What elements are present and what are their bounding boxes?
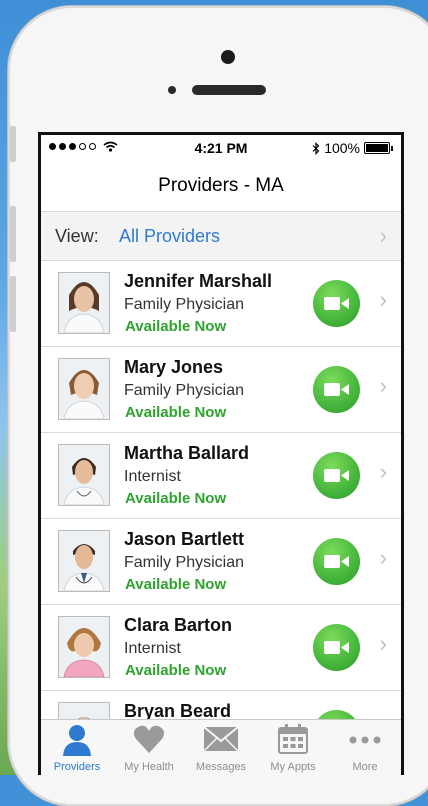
page-title: Providers - MA: [41, 161, 401, 212]
tab-label: Providers: [53, 761, 101, 773]
video-call-button[interactable]: [313, 280, 360, 327]
provider-specialty: Internist: [124, 640, 181, 657]
front-camera-icon: [221, 50, 235, 64]
video-call-button[interactable]: [313, 366, 360, 413]
heart-icon: [133, 725, 165, 753]
volume-down-button: [10, 276, 16, 332]
earpiece-speaker: [192, 85, 266, 95]
availability-status: Available Now: [125, 576, 227, 593]
provider-row[interactable]: Jennifer Marshall Family Physician Avail…: [41, 261, 401, 347]
view-value: All Providers: [119, 226, 221, 246]
battery-icon: [364, 142, 390, 154]
provider-photo: [58, 358, 110, 420]
mute-switch: [10, 126, 16, 162]
availability-status: Available Now: [125, 662, 227, 679]
battery-percent: 100%: [324, 140, 360, 156]
tab-more[interactable]: More: [329, 720, 401, 775]
chevron-right-icon: ›: [379, 223, 387, 248]
tab-label: My Appts: [270, 761, 316, 773]
provider-photo: [58, 616, 110, 678]
calendar-icon: [278, 724, 308, 754]
provider-name: Martha Ballard: [124, 443, 250, 463]
video-camera-icon: [324, 297, 349, 310]
provider-specialty: Family Physician: [124, 554, 245, 571]
video-call-button[interactable]: [313, 538, 360, 585]
person-icon: [63, 725, 91, 756]
proximity-sensor: [168, 86, 176, 94]
video-call-button[interactable]: [313, 452, 360, 499]
tab-my-health[interactable]: My Health: [113, 720, 185, 775]
provider-name: Jason Bartlett: [124, 529, 245, 549]
envelope-icon: [203, 726, 239, 752]
chevron-right-icon: ›: [379, 287, 387, 312]
provider-specialty: Family Physician: [124, 296, 245, 313]
provider-name: Clara Barton: [124, 615, 233, 635]
provider-specialty: Internist: [124, 468, 181, 485]
tab-bar: Providers My Health Messages My Appts Mo…: [41, 719, 401, 775]
video-camera-icon: [324, 641, 349, 654]
providers-list: Jennifer Marshall Family Physician Avail…: [41, 261, 401, 775]
video-camera-icon: [324, 469, 349, 482]
chevron-right-icon: ›: [379, 459, 387, 484]
tab-messages[interactable]: Messages: [185, 720, 257, 775]
tab-label: More: [352, 761, 378, 773]
more-dots-icon: [349, 736, 381, 744]
availability-status: Available Now: [125, 490, 227, 507]
provider-row[interactable]: Clara Barton Internist Available Now ›: [41, 605, 401, 691]
tab-label: My Health: [124, 761, 174, 773]
provider-photo: [58, 444, 110, 506]
provider-row[interactable]: Martha Ballard Internist Available Now ›: [41, 433, 401, 519]
availability-status: Available Now: [125, 318, 227, 335]
app-screen: 4:21 PM 100% Providers - MA View: All Pr…: [38, 132, 404, 775]
provider-name: Mary Jones: [124, 357, 224, 377]
provider-photo: [58, 272, 110, 334]
tab-label: Messages: [195, 761, 247, 773]
chevron-right-icon: ›: [379, 545, 387, 570]
chevron-right-icon: ›: [379, 631, 387, 656]
view-filter-row[interactable]: View: All Providers ›: [41, 212, 401, 261]
chevron-right-icon: ›: [379, 373, 387, 398]
status-bar: 4:21 PM 100%: [41, 135, 401, 161]
provider-row[interactable]: Jason Bartlett Family Physician Availabl…: [41, 519, 401, 605]
video-camera-icon: [324, 555, 349, 568]
view-label: View:: [55, 226, 99, 246]
provider-specialty: Family Physician: [124, 382, 245, 399]
video-camera-icon: [324, 383, 349, 396]
video-call-button[interactable]: [313, 624, 360, 671]
provider-name: Jennifer Marshall: [124, 271, 273, 291]
provider-photo: [58, 530, 110, 592]
bluetooth-icon: [312, 141, 320, 155]
volume-up-button: [10, 206, 16, 262]
tab-my-appts[interactable]: My Appts: [257, 720, 329, 775]
tab-providers[interactable]: Providers: [41, 720, 113, 775]
availability-status: Available Now: [125, 404, 227, 421]
provider-row[interactable]: Mary Jones Family Physician Available No…: [41, 347, 401, 433]
